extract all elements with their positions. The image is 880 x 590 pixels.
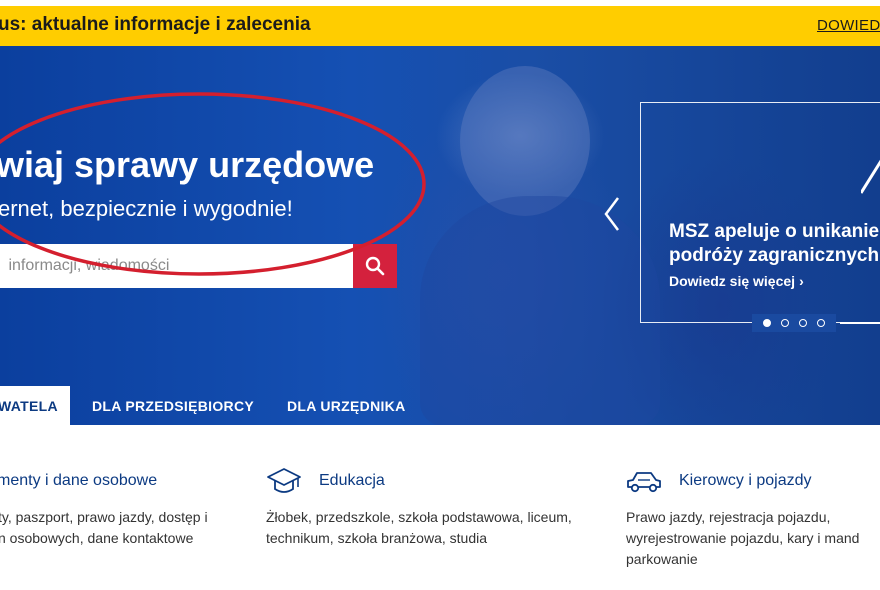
tab-dla-przedsiebiorcy[interactable]: DLA PRZEDSIĘBIORCY (92, 386, 254, 425)
alert-text: us: aktualne informacje i zalecenia (0, 14, 311, 35)
alert-bar: us: aktualne informacje i zalecenia DOWI… (0, 0, 880, 46)
chevron-left-icon[interactable] (600, 194, 624, 234)
category-drivers-link[interactable]: Kierowcy i pojazdy (679, 472, 812, 490)
hero-title: wiaj sprawy urzędowe (0, 144, 375, 185)
search-icon (365, 256, 385, 276)
category-desc-line: n osobowych, dane kontaktowe (0, 530, 194, 546)
category-drivers-desc: Prawo jazdy, rejestracja pojazdu, wyreje… (626, 507, 859, 570)
carousel-dot-4[interactable] (817, 319, 825, 327)
carousel-dot-1[interactable] (763, 319, 771, 327)
category-education-desc: Żłobek, przedszkole, szkoła podstawowa, … (266, 507, 572, 549)
hero-banner: wiaj sprawy urzędowe ernet, bezpiecznie … (0, 46, 880, 425)
tab-dla-obywatela[interactable]: WATELA (0, 386, 70, 425)
chevron-right-icon: › (799, 273, 804, 289)
category-desc-line: Żłobek, przedszkole, szkoła podstawowa, … (266, 509, 572, 525)
carousel-title-line: podróży zagranicznych (669, 245, 880, 266)
car-icon (627, 472, 661, 493)
carousel-card[interactable]: MSZ apeluje o unikanie podróży zagranicz… (640, 102, 880, 323)
carousel-divider-line (840, 322, 880, 324)
category-education-link[interactable]: Edukacja (319, 472, 385, 490)
carousel-pagination (752, 314, 836, 332)
carousel-more-link-label: Dowiedz się więcej (669, 273, 796, 289)
tab-dla-urzednika[interactable]: DLA URZĘDNIKA (287, 386, 405, 425)
hero-subtitle: ernet, bezpiecznie i wygodnie! (0, 196, 293, 221)
carousel-title: MSZ apeluje o unikanie podróży zagranicz… (669, 220, 879, 268)
hero-photo-figure (460, 66, 590, 216)
search-input[interactable] (0, 244, 354, 288)
category-documents-desc: ty, paszport, prawo jazdy, dostęp i n os… (0, 507, 208, 549)
hero-photo-figure (420, 196, 660, 425)
carousel-more-link[interactable]: Dowiedz się więcej › (669, 273, 804, 289)
category-desc-line: parkowanie (626, 551, 698, 567)
page: us: aktualne informacje i zalecenia DOWI… (0, 0, 880, 590)
search-button[interactable] (353, 244, 397, 288)
category-desc-line: ty, paszport, prawo jazdy, dostęp i (0, 509, 208, 525)
category-desc-line: technikum, szkoła branżowa, studia (266, 530, 487, 546)
category-desc-line: Prawo jazdy, rejestracja pojazdu, (626, 509, 831, 525)
alert-more-link[interactable]: DOWIEDZ (817, 17, 880, 34)
carousel-title-line: MSZ apeluje o unikanie (669, 221, 880, 242)
category-desc-line: wyrejestrowanie pojazdu, kary i mand (626, 530, 860, 546)
category-documents-link[interactable]: menty i dane osobowe (0, 472, 157, 490)
carousel-dot-2[interactable] (781, 319, 789, 327)
warning-icon (861, 159, 880, 194)
graduation-cap-icon (267, 468, 301, 493)
carousel-dot-3[interactable] (799, 319, 807, 327)
